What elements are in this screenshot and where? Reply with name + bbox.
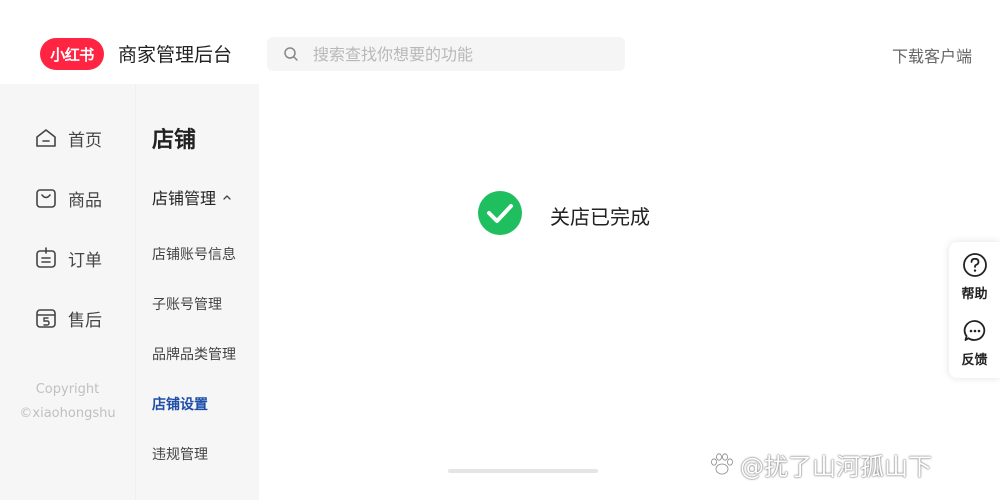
after-sale-icon — [36, 309, 56, 328]
sidebar-item-after-sales[interactable]: 售后 — [0, 298, 135, 338]
watermark-text: @扰了山河孤山下 — [740, 452, 932, 481]
download-client-link[interactable]: 下载客户端 — [892, 43, 972, 67]
order-icon — [36, 247, 56, 268]
feedback-label: 反馈 — [961, 353, 988, 368]
sidebar-item-store-account[interactable]: 店铺账号信息 — [152, 244, 236, 264]
top-header: 小红书 商家管理后台 下载客户端 — [0, 0, 1000, 84]
sidebar-item-violations[interactable]: 违规管理 — [152, 444, 208, 464]
watermark: @扰了山河孤山下 — [708, 446, 932, 482]
chevron-up-icon — [223, 195, 231, 200]
bag-icon — [36, 189, 56, 208]
sidebar-item-sub-accounts[interactable]: 子账号管理 — [152, 294, 222, 314]
sidebar-item-label: 订单 — [68, 250, 102, 271]
group-label: 店铺管理 — [152, 189, 217, 208]
xiaohongshu-logo[interactable]: 小红书 — [40, 38, 104, 70]
sidebar-item-label: 售后 — [68, 310, 102, 331]
scroll-indicator[interactable] — [448, 469, 598, 473]
question-circle-icon — [962, 253, 987, 277]
home-icon — [36, 129, 56, 147]
primary-sidebar: 首页 商品 订单 售后 Copyright ©xiaohongshu — [0, 84, 135, 500]
sidebar-item-label: 商品 — [68, 190, 102, 211]
chat-bubble-icon — [963, 320, 985, 341]
copyright-text: Copyright ©xiaohongshu — [0, 378, 135, 426]
copyright-line: ©xiaohongshu — [19, 406, 116, 421]
search-bar[interactable] — [267, 37, 625, 71]
paw-icon — [711, 453, 733, 475]
app-title: 商家管理后台 — [118, 44, 233, 66]
secondary-sidebar: 店铺 店铺管理 店铺账号信息 子账号管理 品牌品类管理 店铺设置 违规管理 — [135, 84, 259, 500]
status-message: 关店已完成 — [550, 205, 650, 229]
copyright-line: Copyright — [35, 382, 100, 397]
sidebar-item-store-settings[interactable]: 店铺设置 — [152, 394, 208, 414]
feedback-button[interactable]: 反馈 — [949, 318, 1000, 378]
main-content: 关店已完成 — [259, 84, 1000, 500]
store-management-group[interactable]: 店铺管理 — [152, 185, 232, 209]
sidebar-item-products[interactable]: 商品 — [0, 178, 135, 218]
sidebar-item-label: 首页 — [68, 130, 102, 151]
floating-help-panel: 帮助 反馈 — [949, 242, 1000, 378]
section-title: 店铺 — [152, 128, 197, 153]
sidebar-item-home[interactable]: 首页 — [0, 118, 135, 158]
search-icon — [284, 47, 298, 61]
help-label: 帮助 — [961, 287, 988, 302]
sidebar-item-orders[interactable]: 订单 — [0, 238, 135, 278]
search-input[interactable] — [313, 44, 603, 64]
check-circle-icon — [478, 191, 522, 235]
sidebar-item-brand-category[interactable]: 品牌品类管理 — [152, 344, 236, 364]
help-button[interactable]: 帮助 — [949, 252, 1000, 312]
